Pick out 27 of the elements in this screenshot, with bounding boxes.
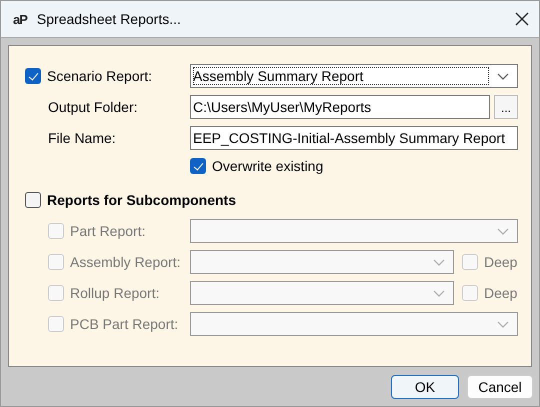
checkbox-label: Assembly Report: xyxy=(70,254,180,270)
checkbox[interactable] xyxy=(25,68,41,84)
report-dropdown[interactable] xyxy=(190,219,518,243)
checkbox-label: Overwrite existing xyxy=(212,158,324,174)
checkbox-label: PCB Part Report: xyxy=(70,316,178,332)
browse-button[interactable]: ... xyxy=(494,95,518,119)
app-logo: aP xyxy=(13,12,27,26)
checkbox[interactable] xyxy=(25,192,41,208)
dialog-button[interactable]: OK xyxy=(391,374,459,398)
input-field[interactable]: EEP_COSTING-Initial-Assembly Summary Report xyxy=(190,126,518,150)
checkbox-label: Rollup Report: xyxy=(70,285,160,301)
report-dropdown[interactable] xyxy=(190,250,454,274)
window-title: Spreadsheet Reports... xyxy=(36,11,182,27)
input-field[interactable]: C:\Users\MyUser\MyReports xyxy=(190,95,490,119)
field-label: Output Folder: xyxy=(48,99,138,115)
report-dropdown[interactable]: Assembly Summary Report xyxy=(190,64,518,88)
checkbox-label: Deep xyxy=(484,254,518,270)
report-dropdown[interactable] xyxy=(190,281,454,305)
checkbox-label: Deep xyxy=(484,285,518,301)
report-dropdown[interactable] xyxy=(190,312,518,336)
close-icon[interactable] xyxy=(515,12,529,26)
checkbox-label: Part Report: xyxy=(70,223,146,239)
dialog-button[interactable]: Cancel xyxy=(467,374,533,398)
checkbox[interactable] xyxy=(190,158,206,174)
checkbox-label: Reports for Subcomponents xyxy=(47,192,236,208)
field-label: File Name: xyxy=(48,130,116,146)
checkbox-label: Scenario Report: xyxy=(47,68,152,84)
